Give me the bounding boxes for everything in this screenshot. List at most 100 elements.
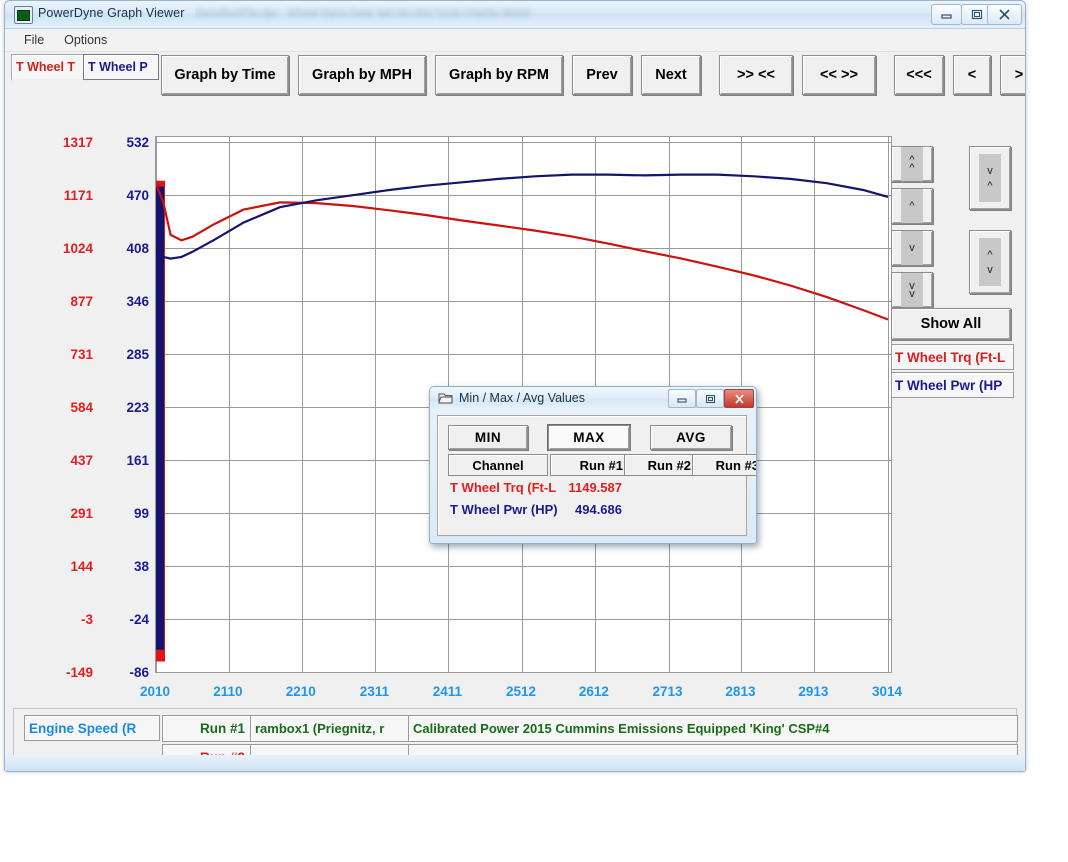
y-tick-torque: 1024 — [62, 241, 93, 256]
y-tick-torque: 291 — [70, 506, 93, 521]
column-header-run2[interactable]: Run #2 — [624, 454, 696, 476]
y-tick-power: 161 — [126, 453, 149, 468]
y-axis-labels: 1317 532 1171 470 1024 408 877 346 731 2… — [5, 130, 155, 686]
menu-bar: File Options — [5, 29, 1025, 52]
value-row-torque-run1: 1149.587 — [568, 480, 622, 495]
column-header-channel[interactable]: Channel — [448, 454, 548, 476]
x-tick-label: 2913 — [798, 684, 829, 699]
value-row-power-run1: 494.686 — [575, 502, 622, 517]
channel-tab-torque[interactable]: T Wheel T — [11, 54, 87, 81]
channel-label-torque-text: T Wheel Trq (Ft-L — [895, 349, 1006, 365]
menu-item-options[interactable]: Options — [55, 31, 116, 49]
x-tick-label: 2411 — [432, 684, 462, 699]
title-bar: PowerDyne Graph Viewer DynoRunFile.dpr -… — [5, 1, 1025, 29]
y-tick-torque: 877 — [70, 294, 93, 309]
toolbar: Graph by Time Graph by MPH Graph by RPM … — [161, 55, 1025, 95]
y-tick-power: 532 — [126, 135, 149, 150]
dialog-minimize-icon[interactable] — [668, 389, 696, 408]
column-header-run3[interactable]: Run #3 — [692, 454, 756, 476]
y-tick-power: 285 — [126, 347, 149, 362]
x-tick-label: 2713 — [652, 684, 683, 699]
y-tick-power: 408 — [126, 241, 149, 256]
avg-mode-button[interactable]: AVG — [650, 425, 732, 450]
run-label-1[interactable]: Run #1 — [162, 715, 251, 742]
folder-icon — [438, 393, 453, 404]
y-tick-torque: 1171 — [63, 188, 93, 203]
show-all-button[interactable]: Show All — [891, 308, 1011, 340]
next-button[interactable]: Next — [641, 55, 701, 95]
x-tick-label: 2612 — [578, 684, 609, 699]
window-title-blurred-label: DynoRunFile.dpr - Wheel Dyno Data Set No… — [195, 7, 531, 19]
y-tick-torque: 144 — [70, 559, 93, 574]
value-row-torque-channel: T Wheel Trq (Ft-L — [450, 480, 557, 495]
channel-tab-torque-label: T Wheel T — [16, 60, 76, 74]
run-file-1-text: rambox1 (Priegnitz, r — [255, 721, 385, 736]
min-mode-button[interactable]: MIN — [448, 425, 528, 450]
y-tick-power: 38 — [133, 559, 149, 574]
engine-speed-field[interactable]: Engine Speed (R — [24, 715, 160, 741]
scroll-down-button[interactable]: v — [891, 230, 933, 266]
run-file-1[interactable]: rambox1 (Priegnitz, r — [250, 715, 410, 742]
pan-left-button[interactable]: < — [953, 55, 991, 95]
dialog-body: MIN MAX AVG Channel Run #1 Run #2 Run #3… — [437, 415, 756, 536]
dialog-maximize-icon[interactable] — [696, 389, 724, 408]
dialog-title: Min / Max / Avg Values — [459, 391, 585, 405]
engine-speed-label: Engine Speed (R — [29, 720, 137, 736]
window-bottom-strip — [5, 755, 1025, 771]
window-title: PowerDyne Graph Viewer — [38, 6, 185, 20]
column-header-run1[interactable]: Run #1 — [550, 454, 628, 476]
y-tick-torque: 437 — [70, 453, 93, 468]
y-tick-power: 346 — [126, 294, 149, 309]
client-area: T Wheel T T Wheel P Graph by Time Graph … — [5, 52, 1025, 771]
y-tick-torque: 731 — [70, 347, 93, 362]
y-tick-torque: 1317 — [62, 135, 93, 150]
scroll-up-fast-button[interactable]: ^ ^ — [891, 146, 933, 182]
y-tick-torque: -3 — [80, 612, 93, 627]
channel-label-torque[interactable]: T Wheel Trq (Ft-L — [891, 344, 1014, 370]
x-tick-label: 2210 — [285, 684, 316, 699]
channel-tab-power-label: T Wheel P — [88, 60, 148, 74]
graph-by-mph-button[interactable]: Graph by MPH — [298, 55, 426, 95]
dialog-title-bar[interactable]: Min / Max / Avg Values — [430, 387, 756, 411]
x-tick-label: 3014 — [871, 684, 903, 699]
menu-item-file[interactable]: File — [15, 31, 53, 49]
dialog-close-icon[interactable] — [724, 389, 754, 408]
startup-sample-band — [156, 180, 165, 662]
close-icon[interactable] — [987, 4, 1022, 25]
window-title-blurred-text: DynoRunFile.dpr - Wheel Dyno Data Set No… — [195, 3, 895, 25]
channel-label-power[interactable]: T Wheel Pwr (HP — [891, 372, 1014, 398]
y-tick-power: 470 — [126, 188, 149, 203]
app-icon — [14, 6, 33, 24]
expand-vertical-button[interactable]: v ^ — [969, 146, 1011, 210]
scroll-up-button[interactable]: ^ — [891, 188, 933, 224]
y-tick-power: -24 — [129, 612, 149, 627]
graph-by-rpm-button[interactable]: Graph by RPM — [435, 55, 563, 95]
x-tick-label: 2010 — [139, 684, 171, 699]
run-description-1-text: Calibrated Power 2015 Cummins Emissions … — [413, 721, 830, 736]
zoom-out-horizontal-button[interactable]: << >> — [802, 55, 876, 95]
minimize-icon[interactable] — [931, 4, 962, 25]
run-description-1[interactable]: Calibrated Power 2015 Cummins Emissions … — [408, 715, 1018, 742]
prev-button[interactable]: Prev — [572, 55, 632, 95]
min-max-avg-dialog: Min / Max / Avg Values MIN MAX AVG Chann… — [429, 386, 757, 544]
channel-tab-power[interactable]: T Wheel P — [83, 54, 159, 80]
x-tick-label: 2512 — [505, 684, 537, 699]
y-tick-power: 99 — [133, 506, 149, 521]
y-tick-power: 223 — [126, 400, 149, 415]
pan-far-left-button[interactable]: <<< — [894, 55, 944, 95]
x-tick-label: 2110 — [213, 684, 243, 699]
x-axis-labels: 2010 2110 2210 2311 2411 2512 2612 2713 2813 2913… — [140, 684, 915, 706]
x-tick-label: 2311 — [359, 684, 390, 699]
compress-vertical-button[interactable]: ^ v — [969, 230, 1011, 294]
y-tick-torque: -149 — [65, 665, 93, 680]
value-row-power-channel: T Wheel Pwr (HP) — [450, 502, 558, 517]
pan-right-button[interactable]: > — [1000, 55, 1025, 95]
main-window: PowerDyne Graph Viewer DynoRunFile.dpr -… — [4, 0, 1026, 772]
zoom-in-horizontal-button[interactable]: >> << — [719, 55, 793, 95]
max-mode-button[interactable]: MAX — [548, 425, 630, 450]
right-control-panel: ^ ^ ^ v vv v ^ ^ v Show All T Wheel Trq (Ft… — [891, 132, 1019, 417]
y-tick-torque: 584 — [70, 400, 93, 415]
scroll-down-fast-button[interactable]: vv — [891, 272, 933, 308]
graph-by-time-button[interactable]: Graph by Time — [161, 55, 289, 95]
y-tick-power: -86 — [129, 665, 149, 680]
